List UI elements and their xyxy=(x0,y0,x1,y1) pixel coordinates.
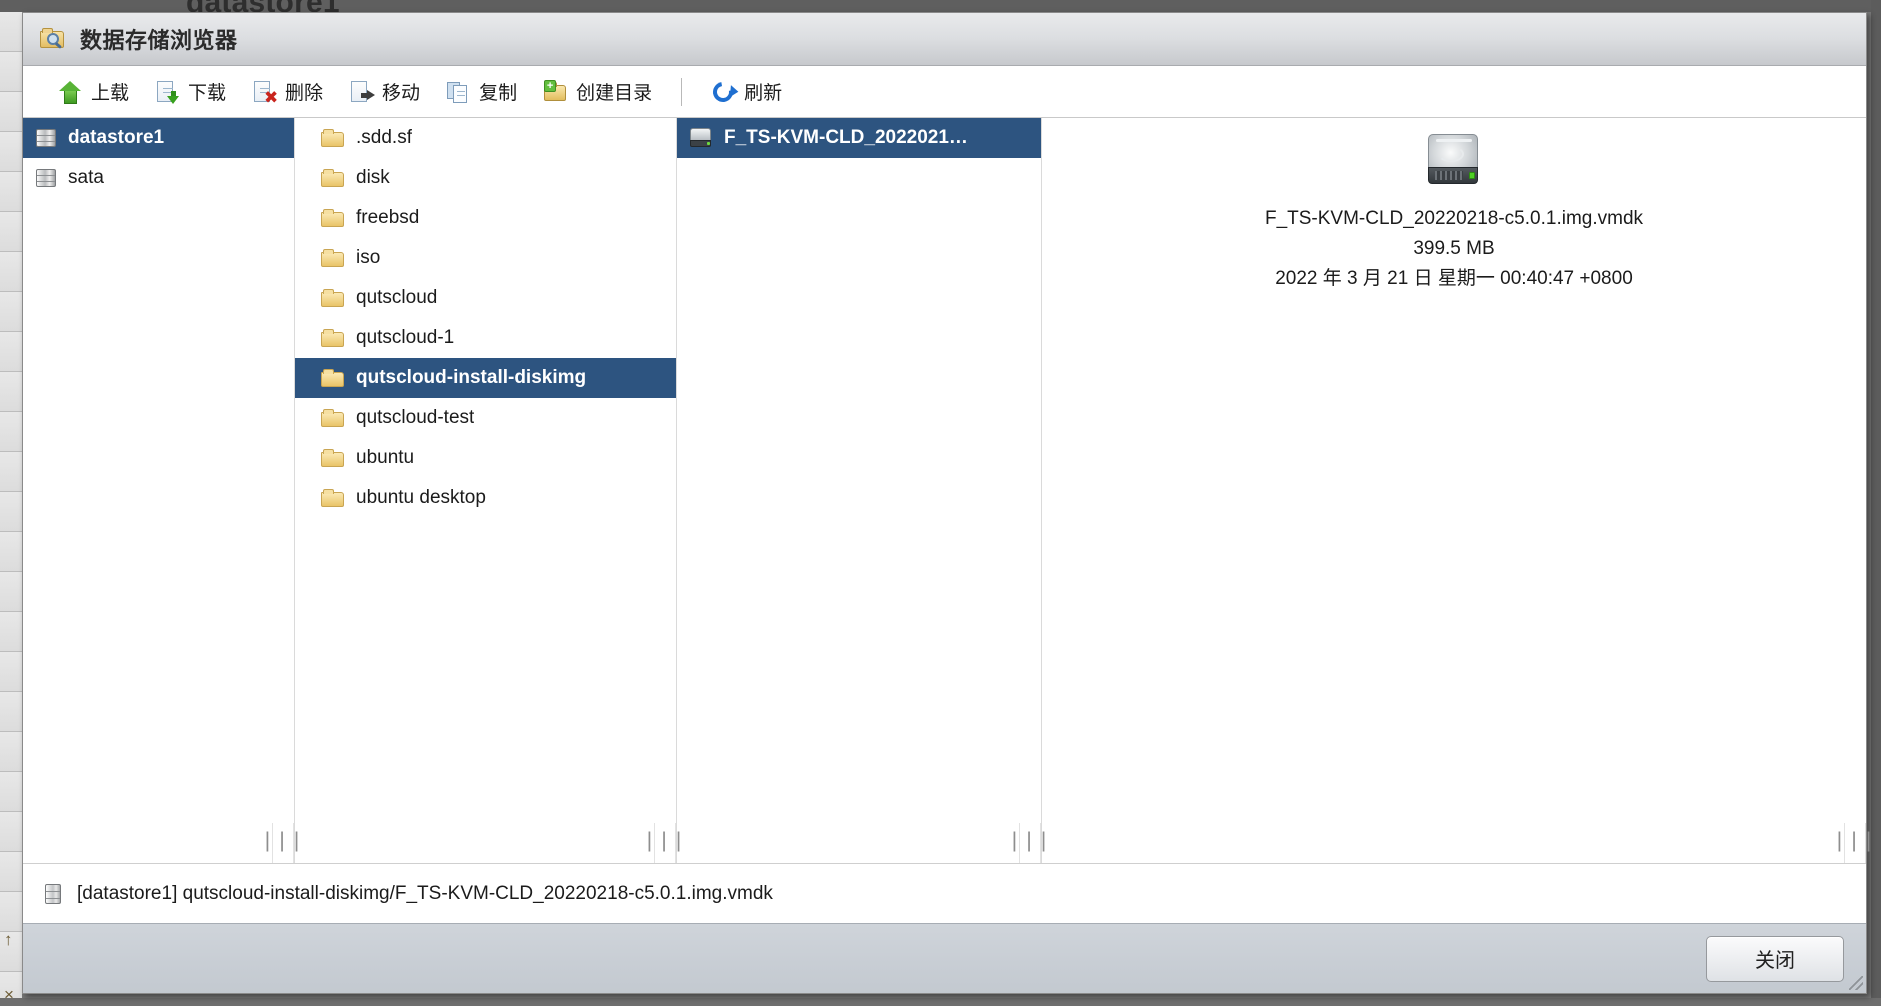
detail-modified: 2022 年 3 月 21 日 星期一 00:40:47 +0800 xyxy=(1275,268,1633,289)
move-icon xyxy=(349,80,376,104)
folder-icon xyxy=(321,448,345,468)
detail-filesize: 399.5 MB xyxy=(1413,238,1495,259)
folder-row-label: freebsd xyxy=(356,207,420,228)
datastore-row-label: sata xyxy=(68,167,104,188)
dialog-titlebar: 数据存储浏览器 xyxy=(23,13,1866,66)
grip-glyph: ||| xyxy=(1833,831,1877,854)
browser-columns: datastore1 sata .sdd.sf disk freebsd iso… xyxy=(23,118,1866,823)
file-detail-pane: F_TS-KVM-CLD_20220218-c5.0.1.img.vmdk 39… xyxy=(1042,118,1866,823)
folder-list[interactable]: .sdd.sf disk freebsd iso qutscloud qutsc… xyxy=(295,118,676,823)
new-folder-icon: + xyxy=(543,79,567,104)
download-button[interactable]: 下载 xyxy=(142,73,239,111)
upload-button-label: 上载 xyxy=(91,83,130,104)
folder-row[interactable]: qutscloud-test xyxy=(295,398,676,438)
folder-icon xyxy=(321,128,345,148)
folder-icon xyxy=(321,328,345,348)
resize-corner-handle[interactable] xyxy=(1849,976,1863,990)
virtual-disk-icon xyxy=(689,128,713,148)
datastore-row-label: datastore1 xyxy=(68,127,165,148)
datastore-browser-dialog: 数据存储浏览器 上载 下载 ✖ 删除 移动 复制 + 创建目录 刷新 datas… xyxy=(22,12,1875,994)
copy-icon xyxy=(446,80,470,104)
folder-row[interactable]: ubuntu xyxy=(295,438,676,478)
folder-icon xyxy=(321,248,345,268)
detail-column: F_TS-KVM-CLD_20220218-c5.0.1.img.vmdk 39… xyxy=(1042,118,1866,823)
dialog-footer: 关闭 xyxy=(23,923,1866,993)
file-row-label: F_TS-KVM-CLD_2022021… xyxy=(724,127,968,148)
selected-path-text: [datastore1] qutscloud-install-diskimg/F… xyxy=(77,882,773,904)
close-button[interactable]: 关闭 xyxy=(1706,935,1844,982)
column-resize-row: ||| ||| ||| ||| xyxy=(23,823,1875,863)
refresh-icon xyxy=(709,77,738,106)
folder-row-label: disk xyxy=(356,167,390,188)
folder-row[interactable]: freebsd xyxy=(295,198,676,238)
column-resize-handle-3[interactable]: ||| xyxy=(1008,823,1050,863)
folder-icon xyxy=(321,288,345,308)
folder-row[interactable]: disk xyxy=(295,158,676,198)
folder-row[interactable]: qutscloud xyxy=(295,278,676,318)
file-row-selected[interactable]: F_TS-KVM-CLD_2022021… xyxy=(677,118,1041,158)
toolbar: 上载 下载 ✖ 删除 移动 复制 + 创建目录 刷新 xyxy=(23,66,1866,118)
datastore-icon xyxy=(35,127,57,149)
datastore-list[interactable]: datastore1 sata xyxy=(23,118,294,823)
new-folder-button-label: 创建目录 xyxy=(576,83,653,104)
folder-search-icon xyxy=(40,28,66,50)
delete-button-label: 删除 xyxy=(285,83,324,104)
folder-row-label: qutscloud-install-diskimg xyxy=(356,367,587,388)
folder-row-label: qutscloud-test xyxy=(356,407,475,428)
folder-icon xyxy=(321,168,345,188)
background-right-edge xyxy=(1871,0,1881,1006)
upload-button[interactable]: 上载 xyxy=(45,73,142,111)
folder-row-label: .sdd.sf xyxy=(356,127,412,148)
folder-row[interactable]: qutscloud-1 xyxy=(295,318,676,358)
folder-row-label: ubuntu xyxy=(356,447,415,468)
datastore-row-datastore1[interactable]: datastore1 xyxy=(23,118,294,158)
column-resize-handle-2[interactable]: ||| xyxy=(643,823,685,863)
folder-row[interactable]: iso xyxy=(295,238,676,278)
upload-icon xyxy=(58,80,82,104)
grip-cell-3: ||| xyxy=(677,823,1050,863)
toolbar-divider xyxy=(681,77,683,106)
datastore-row-sata[interactable]: sata xyxy=(23,158,294,198)
datastore-icon xyxy=(35,167,57,189)
folder-icon xyxy=(321,368,345,388)
new-folder-button[interactable]: + 创建目录 xyxy=(530,73,665,111)
dialog-title: 数据存储浏览器 xyxy=(80,28,238,53)
datastore-icon xyxy=(43,882,63,906)
file-list[interactable]: F_TS-KVM-CLD_2022021… xyxy=(677,118,1041,823)
grip-cell-2: ||| xyxy=(295,823,685,863)
folder-row-label: iso xyxy=(356,247,381,268)
column-resize-handle-1[interactable]: ||| xyxy=(261,823,303,863)
grip-cell-4: ||| xyxy=(1042,823,1875,863)
background-left-rows xyxy=(0,12,22,1006)
file-column: F_TS-KVM-CLD_2022021… xyxy=(677,118,1042,823)
delete-button[interactable]: ✖ 删除 xyxy=(239,73,336,111)
folder-row-label: ubuntu desktop xyxy=(356,487,486,508)
grip-cell-1: ||| xyxy=(23,823,303,863)
folder-column: .sdd.sf disk freebsd iso qutscloud qutsc… xyxy=(295,118,677,823)
copy-button[interactable]: 复制 xyxy=(433,73,530,111)
detail-filename: F_TS-KVM-CLD_20220218-c5.0.1.img.vmdk xyxy=(1264,208,1644,229)
move-button-label: 移动 xyxy=(382,83,421,104)
folder-icon xyxy=(321,408,345,428)
folder-row-label: qutscloud-1 xyxy=(356,327,455,348)
folder-row-label: qutscloud xyxy=(356,287,438,308)
download-icon xyxy=(155,80,180,104)
copy-button-label: 复制 xyxy=(479,83,518,104)
status-bar: [datastore1] qutscloud-install-diskimg/F… xyxy=(23,863,1866,923)
virtual-disk-large-icon xyxy=(1426,134,1482,186)
background-glyph-1: ↑ xyxy=(4,930,13,949)
folder-icon xyxy=(321,488,345,508)
delete-icon: ✖ xyxy=(252,80,278,106)
background-bottom-edge xyxy=(0,998,1881,1006)
move-button[interactable]: 移动 xyxy=(336,73,433,111)
datastore-column: datastore1 sata xyxy=(23,118,295,823)
folder-row[interactable]: ubuntu desktop xyxy=(295,478,676,518)
folder-row[interactable]: .sdd.sf xyxy=(295,118,676,158)
refresh-button-label: 刷新 xyxy=(744,83,783,104)
folder-row-selected[interactable]: qutscloud-install-diskimg xyxy=(295,358,676,398)
download-button-label: 下载 xyxy=(188,83,227,104)
refresh-button[interactable]: 刷新 xyxy=(698,73,795,111)
folder-icon xyxy=(321,208,345,228)
column-resize-handle-4[interactable]: ||| xyxy=(1833,823,1875,863)
